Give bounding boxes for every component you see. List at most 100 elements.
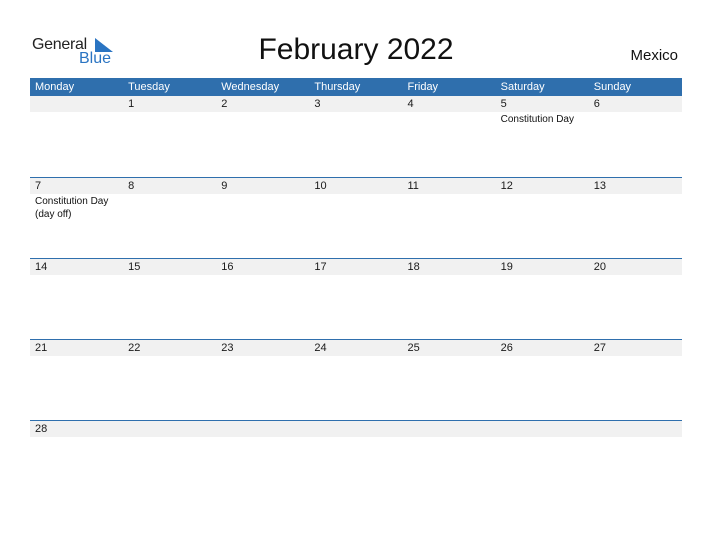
day-number: 11 [402, 178, 496, 194]
holiday-label [403, 194, 496, 195]
holiday-label: Constitution Day [500, 114, 574, 125]
day-cell [30, 96, 124, 126]
weekday-tuesday: Tuesday [128, 81, 170, 93]
holiday-label [309, 194, 402, 195]
holiday-label [216, 437, 309, 438]
holiday-label [123, 194, 216, 195]
day-number: 20 [588, 259, 682, 275]
day-cell[interactable]: 8 [123, 178, 217, 221]
weekday-saturday: Saturday [500, 81, 545, 93]
day-number: 3 [309, 96, 403, 112]
holiday-label [496, 194, 589, 195]
day-cell[interactable]: 10 [309, 178, 403, 221]
day-number: 25 [402, 340, 496, 356]
holiday-label [123, 437, 216, 438]
date-strip: 28 [30, 421, 682, 438]
holiday-label [589, 112, 682, 113]
day-cell[interactable]: 25 [402, 340, 496, 357]
holiday-label [123, 275, 216, 276]
day-number: 16 [216, 259, 310, 275]
day-cell[interactable]: 1 [123, 96, 217, 126]
weekday-wednesday: Wednesday [221, 81, 280, 93]
day-cell[interactable]: 3 [309, 96, 403, 126]
holiday-label [30, 437, 123, 438]
day-number: 1 [123, 96, 217, 112]
week-row: 14 15 16 17 18 19 20 [30, 258, 682, 339]
country-label: Mexico [630, 47, 678, 64]
day-cell[interactable]: 23 [216, 340, 310, 357]
week-row: 1 2 3 4 5 Constitution Day 6 [30, 96, 682, 177]
day-cell[interactable]: 20 [588, 259, 682, 276]
day-number: 24 [309, 340, 403, 356]
holiday-label [216, 356, 309, 357]
day-number: 13 [588, 178, 682, 194]
holiday-label [496, 275, 589, 276]
day-cell [216, 421, 310, 438]
day-cell[interactable]: 18 [402, 259, 496, 276]
day-number [495, 421, 589, 437]
day-cell[interactable]: 15 [123, 259, 217, 276]
day-cell[interactable]: 5 Constitution Day [495, 96, 589, 126]
week-row: 7 Constitution Day (day off) 8 9 10 11 12 13 [30, 177, 682, 258]
date-strip: 21 22 23 24 25 26 27 [30, 340, 682, 357]
day-number: 17 [309, 259, 403, 275]
weekday-friday: Friday [407, 81, 439, 93]
day-cell[interactable]: 17 [309, 259, 403, 276]
holiday-label [309, 275, 402, 276]
holiday-label [216, 112, 309, 113]
day-number [216, 421, 310, 437]
calendar-grid: Monday Tuesday Wednesday Thursday Friday… [30, 78, 682, 438]
day-cell [402, 421, 496, 438]
weekday-thursday: Thursday [314, 81, 361, 93]
day-number: 5 [495, 96, 589, 112]
day-number [402, 421, 496, 437]
day-cell[interactable]: 9 [216, 178, 310, 221]
day-number: 19 [495, 259, 589, 275]
day-number: 6 [588, 96, 682, 112]
day-cell[interactable]: 11 [402, 178, 496, 221]
day-cell[interactable]: 4 [402, 96, 496, 126]
holiday-label [123, 356, 216, 357]
day-cell[interactable]: 19 [495, 259, 589, 276]
holiday-label [30, 112, 123, 113]
day-number: 18 [402, 259, 496, 275]
day-cell[interactable]: 28 [30, 421, 124, 438]
day-number: 7 [30, 178, 124, 194]
holiday-label [216, 194, 309, 195]
week-row: 28 [30, 420, 682, 438]
day-cell[interactable]: 12 [495, 178, 589, 221]
weeks-container: 1 2 3 4 5 Constitution Day 6 7 Constitution Day … [30, 96, 682, 438]
holiday-label [309, 437, 402, 438]
day-number: 9 [216, 178, 310, 194]
day-number: 10 [309, 178, 403, 194]
holiday-label [589, 194, 682, 195]
calendar-title: February 2022 [258, 33, 454, 66]
holiday-label [403, 437, 496, 438]
day-cell[interactable]: 7 Constitution Day (day off) [30, 178, 124, 221]
day-cell[interactable]: 16 [216, 259, 310, 276]
day-cell [123, 421, 217, 438]
day-cell[interactable]: 13 [588, 178, 682, 221]
day-number: 21 [30, 340, 124, 356]
day-cell[interactable]: 14 [30, 259, 124, 276]
day-number [588, 421, 682, 437]
day-cell[interactable]: 22 [123, 340, 217, 357]
day-cell[interactable]: 26 [495, 340, 589, 357]
day-number: 23 [216, 340, 310, 356]
day-cell[interactable]: 27 [588, 340, 682, 357]
day-cell[interactable]: 21 [30, 340, 124, 357]
holiday-label [496, 356, 589, 357]
day-number: 8 [123, 178, 217, 194]
weekday-monday: Monday [35, 81, 75, 93]
holiday-label [403, 275, 496, 276]
holiday-label [403, 112, 496, 113]
day-number: 28 [30, 421, 124, 437]
day-cell[interactable]: 24 [309, 340, 403, 357]
day-number: 26 [495, 340, 589, 356]
holiday-label: Constitution Day (day off) [35, 196, 109, 220]
weekday-header: Monday Tuesday Wednesday Thursday Friday… [30, 78, 682, 96]
day-cell[interactable]: 2 [216, 96, 310, 126]
day-cell[interactable]: 6 [588, 96, 682, 126]
day-number [30, 96, 124, 112]
holiday-label [30, 356, 123, 357]
